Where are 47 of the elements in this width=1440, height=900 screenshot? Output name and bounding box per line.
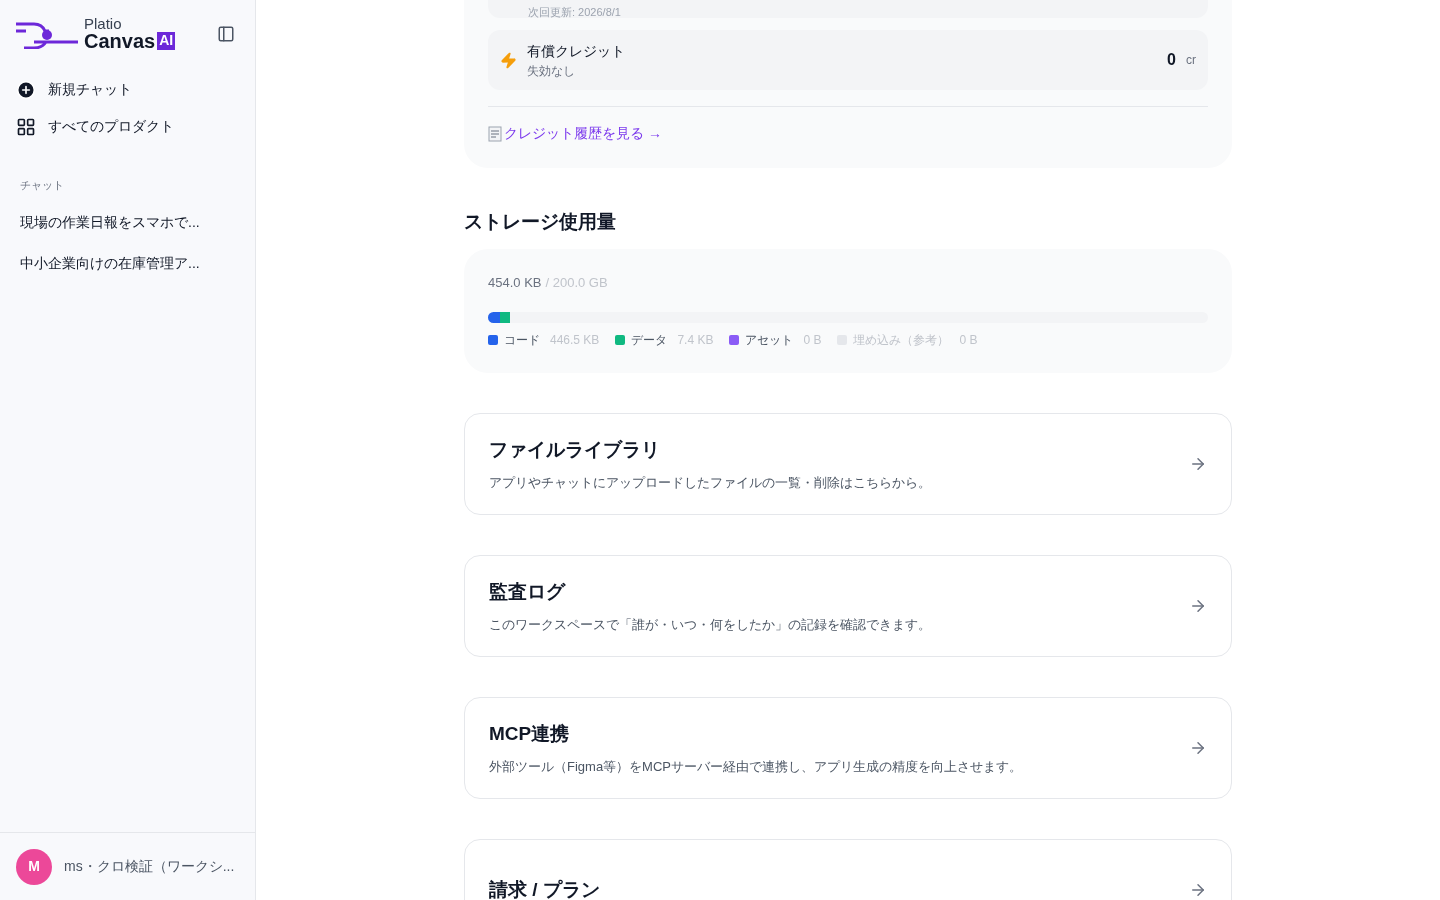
- credit-subtitle: 失効なし: [527, 62, 576, 80]
- link-card[interactable]: MCP連携 外部ツール（Figma等）をMCPサーバー経由で連携し、アプリ生成の精度を向上させます。: [464, 697, 1232, 799]
- card-description: このワークスペースで「誰が・いつ・何をしたか」の記録を確認できます。: [489, 615, 932, 634]
- receipt-icon: [488, 125, 502, 142]
- lightning-icon: [500, 51, 517, 69]
- link-card[interactable]: 監査ログ このワークスペースで「誰が・いつ・何をしたか」の記録を確認できます。: [464, 555, 1232, 657]
- legend-label: アセット: [745, 332, 794, 349]
- logo-title: Canvas: [84, 31, 156, 51]
- user-name: ms・クロ検証（ワークシ...: [64, 857, 235, 876]
- nav-item[interactable]: すべてのプロダクト: [16, 108, 239, 145]
- card-title: 監査ログ: [489, 580, 567, 604]
- legend-size: 0 B: [959, 332, 978, 349]
- legend-size: 7.4 KB: [677, 332, 714, 349]
- card-title: MCP連携: [489, 722, 571, 746]
- section-heading: ストレージ使用量: [464, 210, 617, 234]
- credit-amount: 0: [1167, 50, 1176, 70]
- arrow-right-icon: [1189, 597, 1207, 615]
- storage-total: / 200.0 GB: [545, 273, 608, 292]
- logo-badge: AI: [157, 32, 176, 50]
- user-avatar[interactable]: M: [16, 848, 52, 885]
- logo[interactable]: Platio Canvas AI: [16, 16, 176, 51]
- section-label: チャット: [20, 178, 65, 193]
- arrow-right-icon: [1189, 881, 1207, 899]
- legend-label: データ: [631, 332, 668, 349]
- storage-used: 454.0 KB: [488, 273, 542, 292]
- card-title: ファイルライブラリ: [489, 438, 661, 462]
- credit-unit: cr: [1186, 52, 1196, 69]
- credit-title: 有償クレジット: [527, 41, 625, 61]
- nav-item[interactable]: 新規チャット: [16, 71, 239, 108]
- chat-item[interactable]: 現場の作業日報をスマホで...: [20, 201, 235, 243]
- arrow-right-icon: [1189, 455, 1207, 473]
- card-title: 請求 / プラン: [489, 877, 601, 900]
- card-description: 外部ツール（Figma等）をMCPサーバー経由で連携し、アプリ生成の精度を向上させます。: [489, 757, 1023, 776]
- plus-icon: [16, 79, 36, 100]
- logo-subtitle: Platio: [84, 16, 123, 31]
- renewal-date: 次回更新: 2026/8/1: [528, 7, 621, 18]
- legend-size: 0 B: [803, 332, 822, 349]
- legend-label: コード: [504, 332, 540, 349]
- card-description: アプリやチャットにアップロードしたファイルの一覧・削除はこちらから。: [489, 473, 932, 492]
- arrow-right-icon: [1189, 739, 1207, 757]
- credit-history-link[interactable]: クレジット履歴を見る →: [504, 123, 662, 144]
- grid-icon: [16, 116, 36, 137]
- chat-item[interactable]: 中小企業向けの在庫管理ア...: [20, 242, 235, 284]
- sidebar-toggle-icon[interactable]: [217, 24, 235, 43]
- link-card[interactable]: ファイルライブラリ アプリやチャットにアップロードしたファイルの一覧・削除はこちらから。: [464, 413, 1232, 515]
- legend-size: 446.5 KB: [550, 332, 600, 349]
- link-card[interactable]: 請求 / プラン: [464, 839, 1232, 900]
